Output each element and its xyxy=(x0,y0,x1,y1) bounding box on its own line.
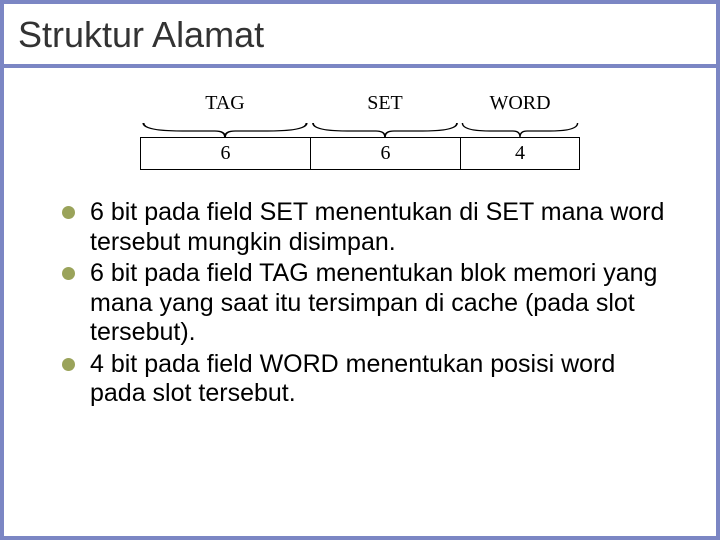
field-bits-row: 6 6 4 xyxy=(140,137,580,170)
brace-icon xyxy=(310,121,460,137)
brace-icon xyxy=(460,121,580,137)
field-label-tag: TAG xyxy=(140,92,310,121)
field-labels-row: TAG SET WORD xyxy=(140,92,580,121)
field-bits-tag: 6 xyxy=(141,138,311,169)
bullet-icon xyxy=(62,206,75,219)
bullet-list: 6 bit pada field SET menentukan di SET m… xyxy=(52,198,668,409)
content-area: TAG SET WORD 6 6 4 xyxy=(4,68,716,431)
slide: Struktur Alamat TAG SET WORD 6 xyxy=(0,0,720,540)
list-item: 6 bit pada field TAG menentukan blok mem… xyxy=(62,259,668,348)
brace-icon xyxy=(140,121,310,137)
field-bits-set: 6 xyxy=(311,138,461,169)
bullet-icon xyxy=(62,358,75,371)
list-item: 6 bit pada field SET menentukan di SET m… xyxy=(62,198,668,257)
field-bits-word: 4 xyxy=(461,138,579,169)
bullet-text: 6 bit pada field TAG menentukan blok mem… xyxy=(90,259,657,346)
field-label-word: WORD xyxy=(460,92,580,121)
title-bar: Struktur Alamat xyxy=(4,4,716,68)
bullet-text: 4 bit pada field WORD menentukan posisi … xyxy=(90,350,615,408)
brace-row xyxy=(140,121,580,137)
page-title: Struktur Alamat xyxy=(18,14,702,56)
bullet-text: 6 bit pada field SET menentukan di SET m… xyxy=(90,198,664,256)
list-item: 4 bit pada field WORD menentukan posisi … xyxy=(62,350,668,409)
address-structure-diagram: TAG SET WORD 6 6 4 xyxy=(140,92,580,170)
bullet-icon xyxy=(62,267,75,280)
field-label-set: SET xyxy=(310,92,460,121)
